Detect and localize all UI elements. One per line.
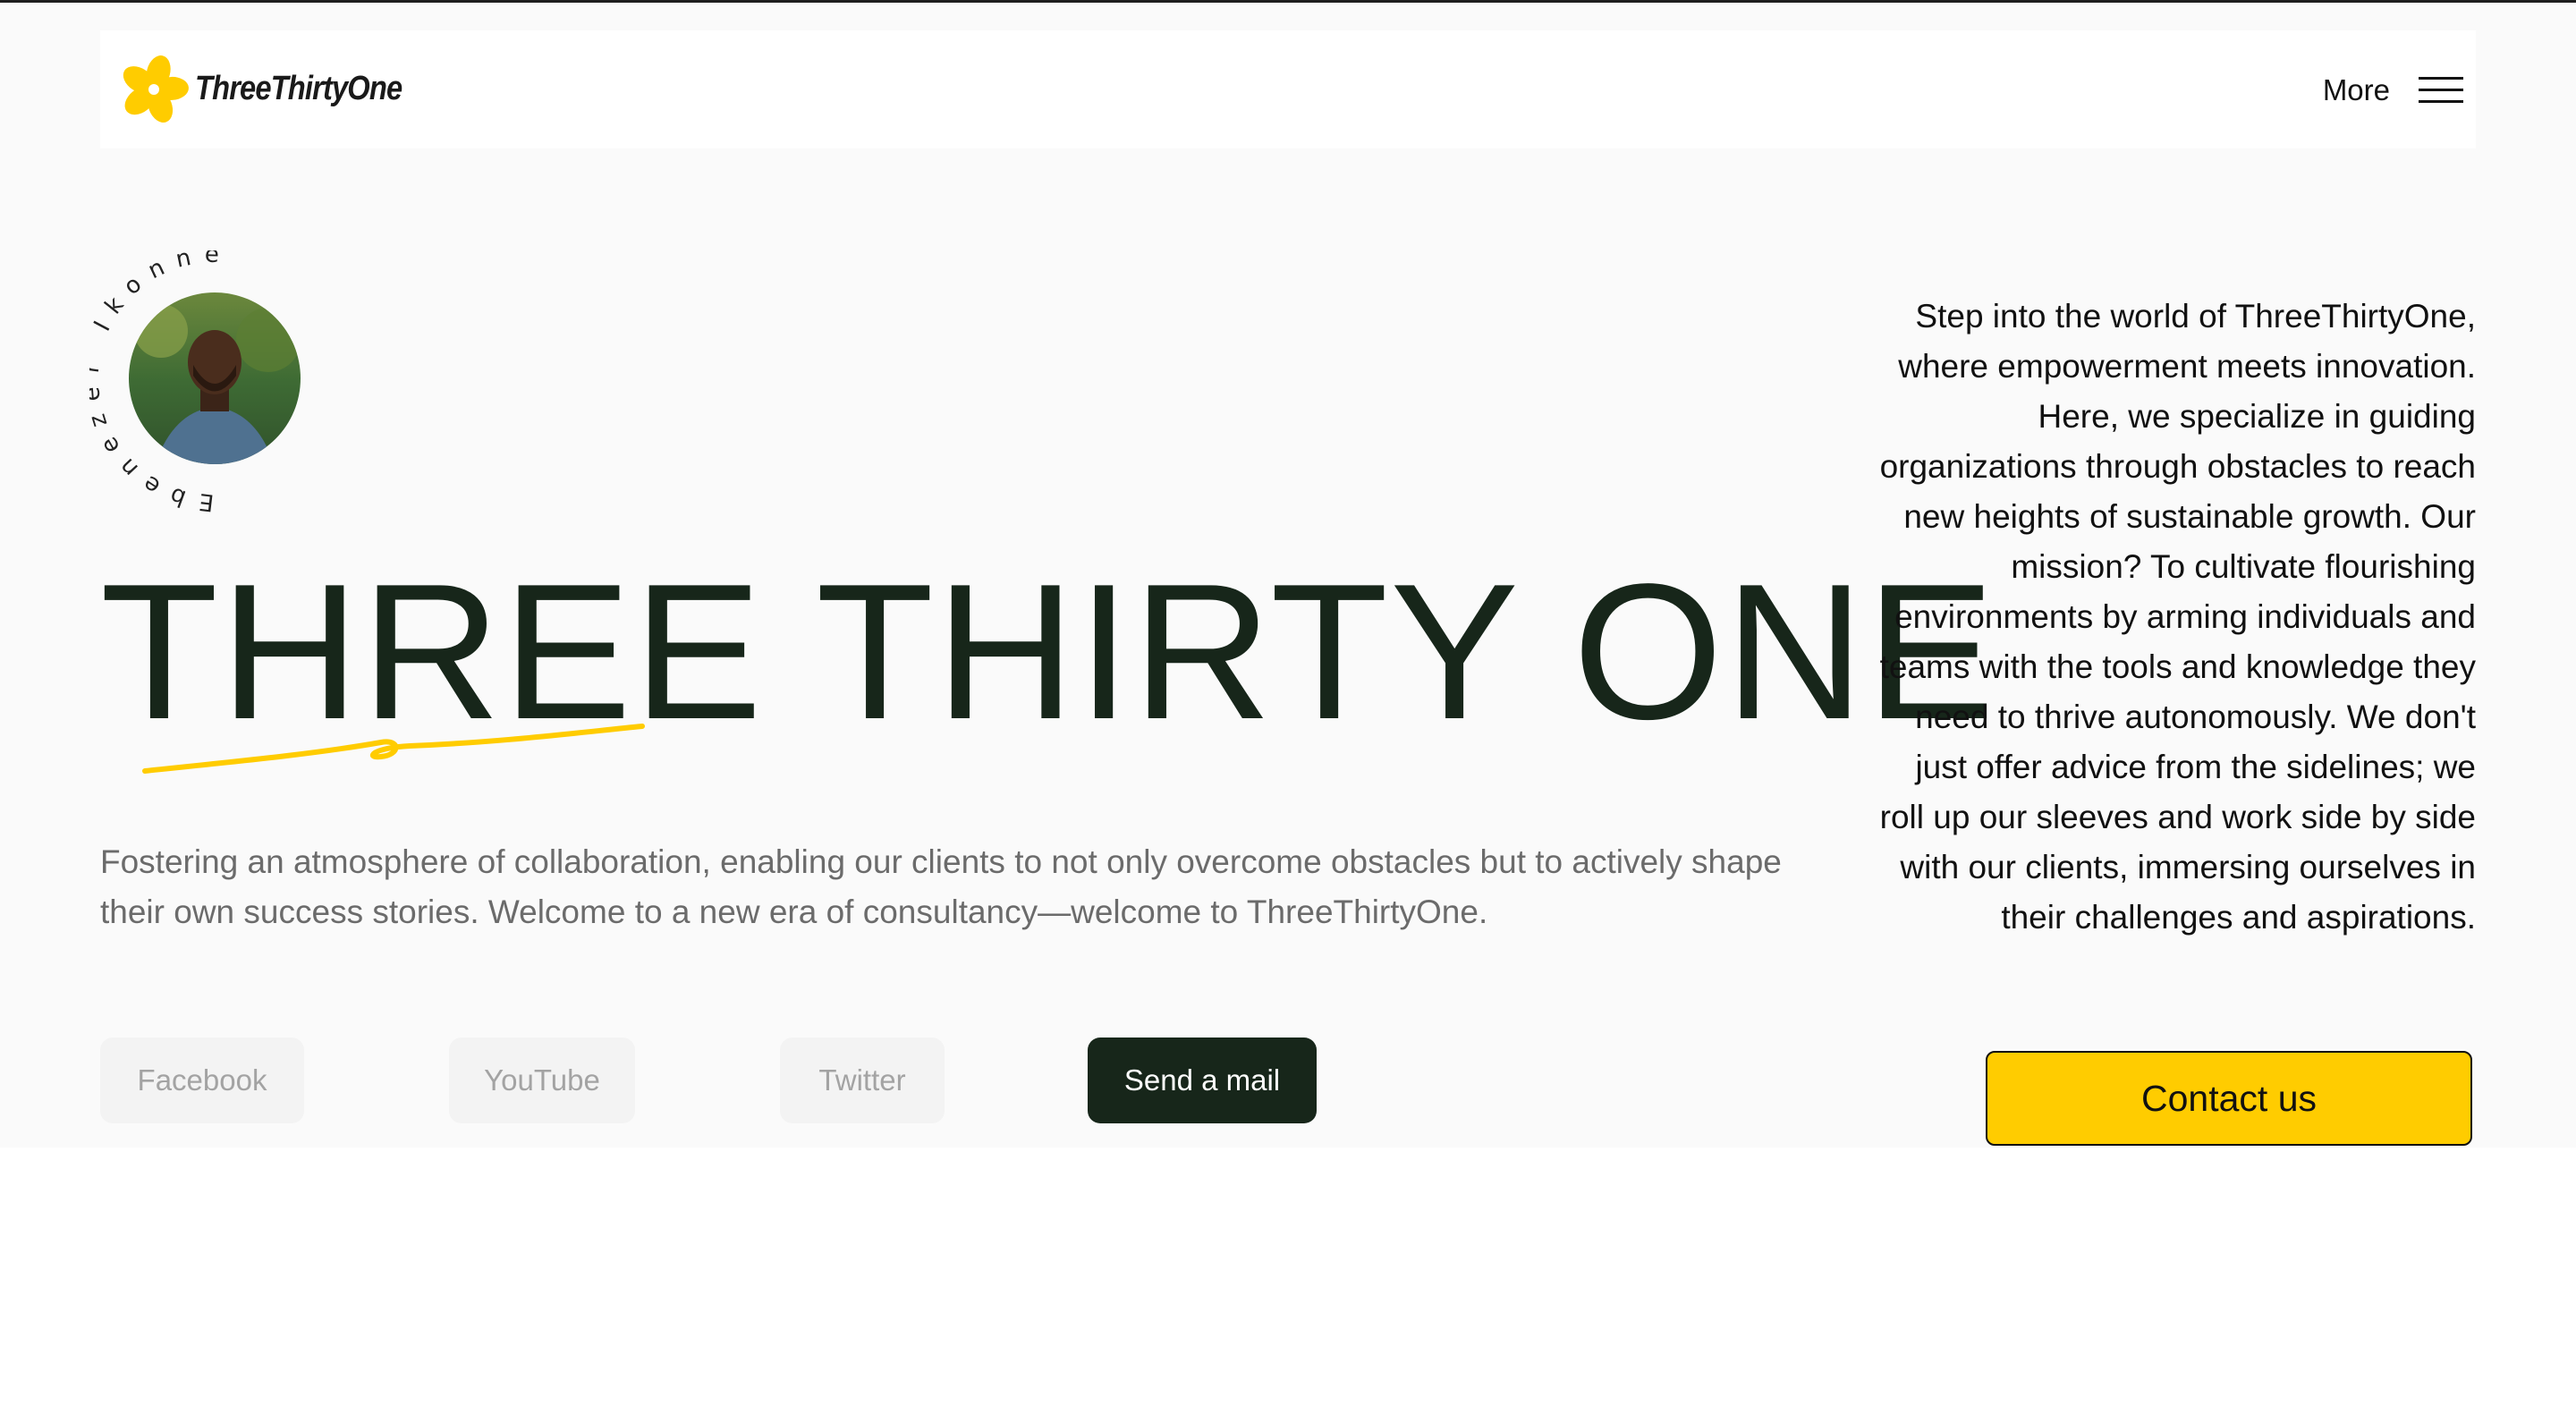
site-header: ThreeThirtyOne More xyxy=(100,30,2476,148)
hero-tagline: Fostering an atmosphere of collaboration… xyxy=(100,843,1782,930)
contact-us-button[interactable]: Contact us xyxy=(1986,1051,2472,1146)
more-label: More xyxy=(2322,73,2390,106)
more-menu-button[interactable]: More xyxy=(2323,70,2463,111)
profile-badge: Ebenezer Ikonne xyxy=(89,250,358,519)
logo-wordmark[interactable]: ThreeThirtyOne xyxy=(195,70,402,108)
hamburger-icon xyxy=(2419,77,2463,104)
send-mail-button[interactable]: Send a mail xyxy=(1088,1038,1317,1123)
twitter-button[interactable]: Twitter xyxy=(780,1038,945,1123)
logo-flower-icon[interactable] xyxy=(118,54,190,125)
squiggle-underline-icon xyxy=(142,724,645,774)
portrait-graphic: Ebenezer Ikonne xyxy=(89,250,301,516)
facebook-button[interactable]: Facebook xyxy=(100,1038,304,1123)
intro-paragraph: Step into the world of ThreeThirtyOne, w… xyxy=(1879,298,2476,936)
portrait-photo xyxy=(129,292,301,464)
youtube-button[interactable]: YouTube xyxy=(449,1038,635,1123)
